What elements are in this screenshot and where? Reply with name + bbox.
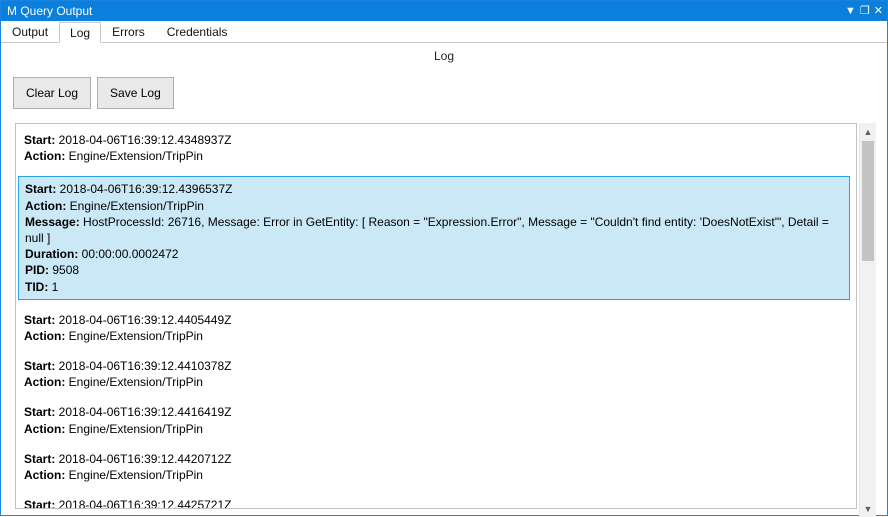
log-scroll-area: Start: 2018-04-06T16:39:12.4348937Z Actio… <box>15 123 857 509</box>
field-value: Engine/Extension/TripPin <box>69 329 203 343</box>
field-value: Engine/Extension/TripPin <box>69 468 203 482</box>
maximize-icon[interactable]: ❐ <box>860 6 870 17</box>
field-value: 2018-04-06T16:39:12.4425721Z <box>59 498 232 509</box>
field-value: 1 <box>52 280 59 294</box>
tab-log[interactable]: Log <box>59 22 101 43</box>
titlebar: M Query Output ▼ ❐ ✕ <box>1 1 887 21</box>
field-label: Action: <box>24 468 69 482</box>
field-value: HostProcessId: 26716, Message: Error in … <box>25 215 829 245</box>
tab-errors[interactable]: Errors <box>101 21 156 42</box>
field-value: 9508 <box>52 263 79 277</box>
window-title: M Query Output <box>5 4 92 18</box>
field-value: Engine/Extension/TripPin <box>69 375 203 389</box>
vertical-scrollbar[interactable]: ▲ ▼ <box>859 123 876 517</box>
field-label: Duration: <box>25 247 82 261</box>
clear-log-button[interactable]: Clear Log <box>13 77 91 109</box>
scroll-down-icon[interactable]: ▼ <box>860 500 876 517</box>
field-value: 2018-04-06T16:39:12.4410378Z <box>59 359 232 373</box>
field-label: Start: <box>24 359 59 373</box>
tab-credentials[interactable]: Credentials <box>156 21 239 42</box>
field-value: Engine/Extension/TripPin <box>70 199 204 213</box>
field-label: Start: <box>25 182 60 196</box>
field-value: 2018-04-06T16:39:12.4348937Z <box>59 133 232 147</box>
field-label: Start: <box>24 498 59 509</box>
panel-heading: Log <box>1 43 887 71</box>
close-icon[interactable]: ✕ <box>874 6 883 17</box>
toolbar: Clear Log Save Log <box>1 71 887 123</box>
log-entry[interactable]: Start: 2018-04-06T16:39:12.4410378Z Actio… <box>24 356 850 402</box>
field-value: 2018-04-06T16:39:12.4420712Z <box>59 452 232 466</box>
field-label: Start: <box>24 405 59 419</box>
field-label: Start: <box>24 452 59 466</box>
field-value: 2018-04-06T16:39:12.4405449Z <box>59 313 232 327</box>
log-entry[interactable]: Start: 2018-04-06T16:39:12.4420712Z Actio… <box>24 449 850 495</box>
tab-output[interactable]: Output <box>1 21 59 42</box>
field-label: Start: <box>24 133 59 147</box>
field-value: Engine/Extension/TripPin <box>69 149 203 163</box>
tabs: Output Log Errors Credentials <box>1 21 887 43</box>
field-label: Action: <box>24 375 69 389</box>
field-value: 2018-04-06T16:39:12.4396537Z <box>60 182 233 196</box>
scroll-up-icon[interactable]: ▲ <box>860 123 876 140</box>
field-label: Action: <box>24 329 69 343</box>
log-entry[interactable]: Start: 2018-04-06T16:39:12.4405449Z Actio… <box>24 310 850 356</box>
field-value: 00:00:00.0002472 <box>82 247 179 261</box>
field-value: Engine/Extension/TripPin <box>69 422 203 436</box>
field-label: TID: <box>25 280 52 294</box>
field-label: Action: <box>24 149 69 163</box>
field-value: 2018-04-06T16:39:12.4416419Z <box>59 405 232 419</box>
save-log-button[interactable]: Save Log <box>97 77 174 109</box>
field-label: Action: <box>24 422 69 436</box>
log-entry[interactable]: Start: 2018-04-06T16:39:12.4348937Z Actio… <box>24 130 850 176</box>
field-label: Start: <box>24 313 59 327</box>
dropdown-icon[interactable]: ▼ <box>845 6 856 17</box>
field-label: Action: <box>25 199 70 213</box>
window-controls: ▼ ❐ ✕ <box>845 6 883 17</box>
field-label: Message: <box>25 215 83 229</box>
scroll-thumb[interactable] <box>862 141 874 261</box>
field-label: PID: <box>25 263 52 277</box>
log-entry[interactable]: Start: 2018-04-06T16:39:12.4396537Z Actio… <box>18 176 850 299</box>
log-entry[interactable]: Start: 2018-04-06T16:39:12.4425721ZActio… <box>24 495 850 509</box>
log-entry[interactable]: Start: 2018-04-06T16:39:12.4416419Z Actio… <box>24 402 850 448</box>
